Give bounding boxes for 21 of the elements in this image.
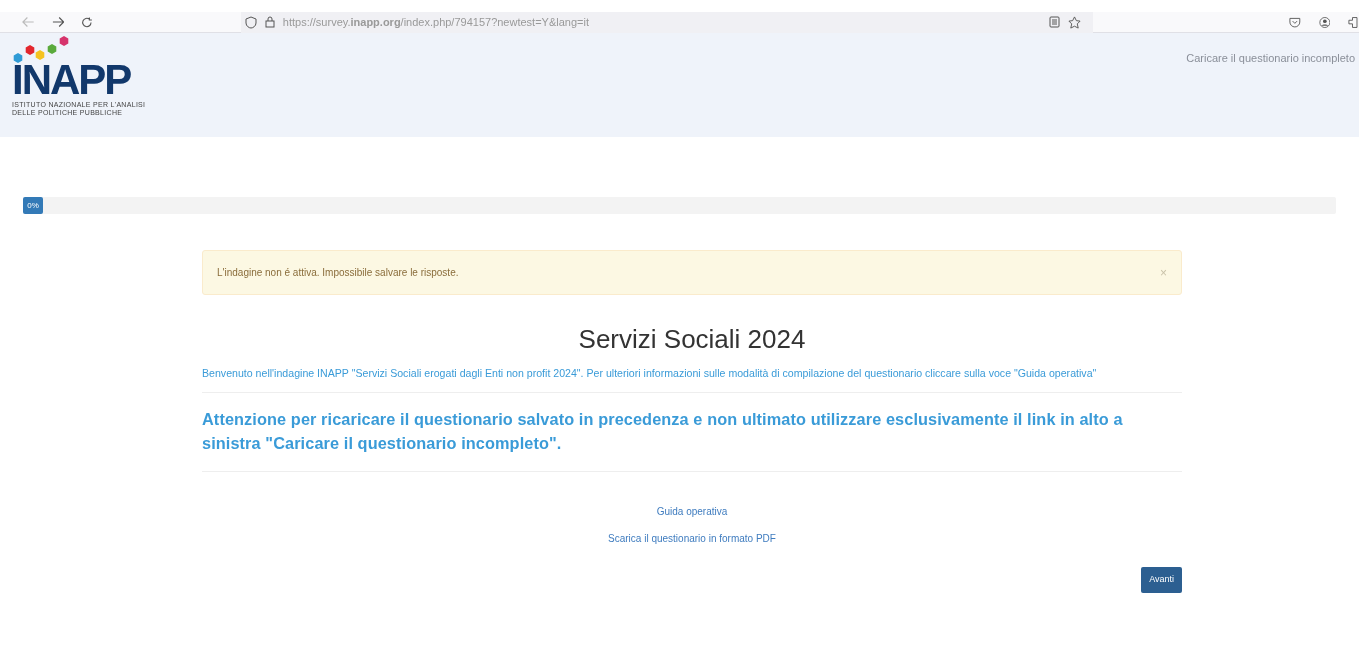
reader-icon[interactable] xyxy=(1048,16,1060,28)
pocket-icon[interactable] xyxy=(1288,16,1301,28)
star-icon[interactable] xyxy=(1067,15,1081,29)
progress-fill: 0% xyxy=(23,197,43,214)
alert-message: L'indagine non é attiva. Impossibile salvare le risposte. xyxy=(217,266,459,280)
address-bar[interactable]: https://survey.inapp.org/index.php/794157?newtest=Y&lang=it xyxy=(240,11,1093,33)
reload-icon[interactable] xyxy=(81,15,93,29)
shield-icon xyxy=(244,15,257,29)
next-button[interactable]: Avanti xyxy=(1141,567,1182,593)
text-link[interactable]: Scarica il questionario in formato PDF xyxy=(608,531,776,546)
intro-paragraph: Benvenuto nell'indagine INAPP "Servizi Sociali erogati dagli Enti non profit 2024". Per ulteriori informazioni sulle modalità di compilazione del questionario cliccare sulla voce "Guida operativa" xyxy=(202,366,1098,381)
extensions-icon[interactable] xyxy=(1348,15,1359,29)
text-link[interactable]: Guida operativa xyxy=(656,504,728,519)
load-incomplete-link[interactable]: Caricare il questionario incompleto xyxy=(1186,50,1355,137)
page-title: Servizi Sociali 2024 xyxy=(577,324,807,354)
notice-paragraph: Attenzione per ricaricare il questionario salvato in precedenza e non ultimato utilizzare esclusivamente il link in alto a sinistra "Caricare il questionario incompleto". xyxy=(202,409,1124,454)
logo-name: INAPP xyxy=(12,62,131,98)
account-icon[interactable] xyxy=(1318,15,1331,29)
lock-icon xyxy=(264,16,275,28)
url-text: https://survey.inapp.org/index.php/794157?newtest=Y&lang=it xyxy=(282,14,589,30)
forward-icon[interactable] xyxy=(51,16,65,28)
